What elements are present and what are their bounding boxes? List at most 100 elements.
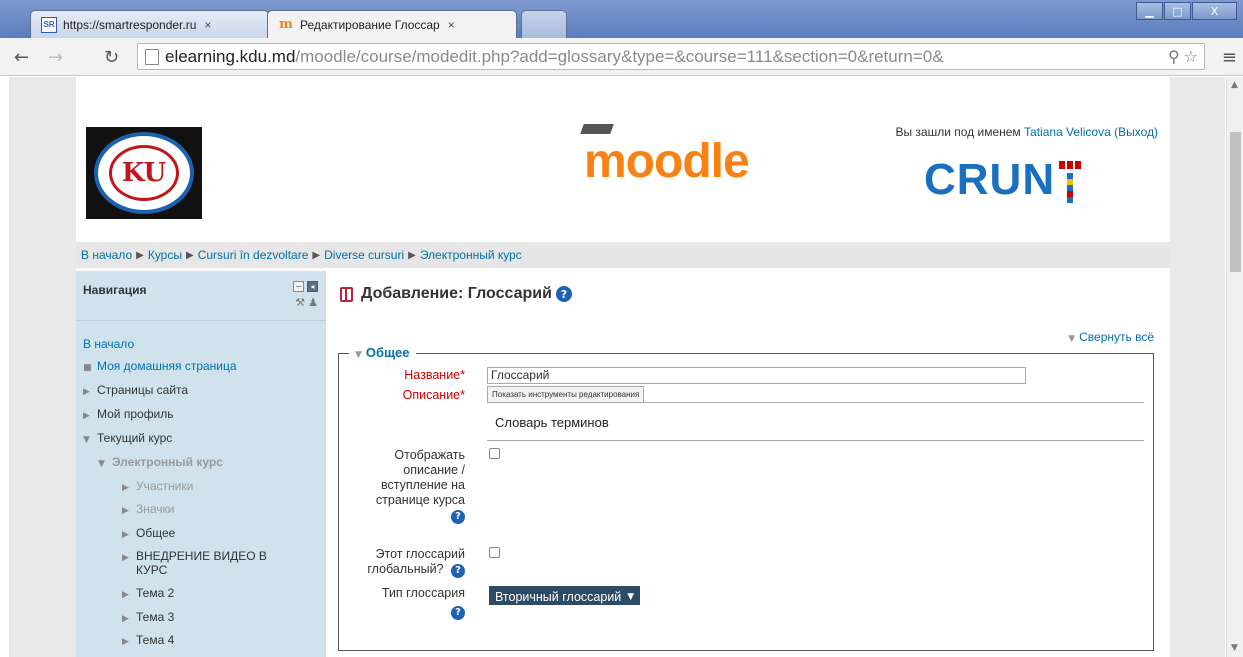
help-icon[interactable]: ? [451, 605, 465, 620]
editor-divider [487, 402, 1144, 403]
vertical-scrollbar[interactable]: ▲ ▼ [1226, 77, 1243, 657]
tab-close-icon[interactable]: × [204, 18, 211, 32]
global-glossary-label: Этот глоссарий глобальный? ? [367, 547, 465, 578]
nav-item-general[interactable]: ▶ Общее [122, 526, 175, 542]
square-bullet-icon: ■ [83, 363, 92, 373]
nav-item-topic-3[interactable]: ▶ Тема 3 [122, 610, 174, 626]
nav-item-badges[interactable]: ▶ Значки [122, 502, 175, 518]
expand-arrow-icon: ▶ [122, 483, 129, 493]
tab-smartresponder[interactable]: SR https://smartresponder.ru × [30, 10, 269, 38]
browser-toolbar: ← → ↻ elearning.kdu.md/moodle/course/mod… [0, 38, 1243, 76]
crunt-logo-text: CRUN [924, 155, 1056, 204]
browser-menu-icon[interactable]: ≡ [1222, 47, 1237, 68]
crunt-logo[interactable]: CRUN [924, 155, 1082, 205]
nav-item-participants[interactable]: ▶ Участники [122, 479, 193, 495]
general-section: ▼ Общее Название* Глоссарий Описание* Пок… [338, 345, 1154, 651]
back-arrow-icon[interactable]: ← [14, 47, 29, 68]
expand-arrow-icon: ▶ [83, 411, 90, 421]
moodle-logo-text: moodle [584, 135, 750, 188]
expand-arrow-icon: ▶ [83, 387, 90, 397]
moodle-page: KU moodle Вы зашли под именем Tatiana Ve… [76, 77, 1170, 657]
tab-title: Редактирование Глоссар [300, 17, 440, 32]
collapse-arrow-icon: ▼ [83, 435, 90, 445]
breadcrumb-separator: ▶ [312, 249, 321, 261]
logout-link[interactable]: (Выход) [1114, 125, 1158, 139]
forward-arrow-icon[interactable]: → [48, 47, 63, 68]
wrench-icon[interactable]: ⚒ [295, 296, 305, 309]
page-title-text: Добавление: Глоссарий [361, 285, 552, 302]
navigation-block-header: Навигация − ◂ ⚒ ♟ [76, 271, 326, 321]
crunt-flag-icon [1059, 161, 1089, 203]
main-content: Добавление: Глоссарий ? ▼ Свернуть всё ▼ О… [334, 271, 1170, 657]
nav-item-dashboard[interactable]: ■ Моя домашняя страница [83, 359, 237, 375]
glossary-type-select[interactable]: Вторичный глоссарий ▼ [489, 586, 641, 605]
description-editor[interactable]: Словарь терминов [495, 415, 609, 430]
nav-item-site-pages[interactable]: ▶ Страницы сайта [83, 383, 188, 399]
glossary-book-icon [340, 286, 353, 302]
show-description-label: Отображать описание / вступление на стра… [375, 448, 465, 524]
maximize-icon[interactable]: □ [1164, 2, 1191, 20]
breadcrumb-category[interactable]: Cursuri în dezvoltare [198, 248, 309, 262]
bookmark-star-icon[interactable]: ☆ [1184, 47, 1198, 66]
navigation-title: Навигация [83, 283, 147, 297]
breadcrumb: В начало ▶ Курсы ▶ Cursuri în dezvoltare… [76, 242, 1170, 268]
show-editor-tools-button[interactable]: Показать инструменты редактирования [487, 386, 645, 403]
graduation-cap-icon [580, 124, 614, 134]
collapse-all-link[interactable]: ▼ Свернуть всё [1068, 330, 1154, 344]
collapse-arrow-icon: ▼ [98, 459, 105, 469]
nav-item-course-name[interactable]: ▼ Электронный курс [98, 455, 223, 471]
close-window-icon[interactable]: X [1192, 2, 1237, 20]
page-viewport: KU moodle Вы зашли под именем Tatiana Ve… [0, 77, 1243, 657]
dropdown-arrow-icon: ▼ [627, 591, 635, 602]
scroll-down-icon[interactable]: ▼ [1231, 643, 1238, 653]
navigation-block: Навигация − ◂ ⚒ ♟ В начало ■ Моя домашняя… [76, 271, 326, 657]
expand-arrow-icon: ▶ [122, 614, 129, 624]
nav-item-current-course[interactable]: ▼ Текущий курс [83, 431, 172, 447]
moodle-logo[interactable]: moodle [580, 124, 750, 189]
kdu-logo[interactable]: KU [86, 127, 202, 219]
nav-item-home[interactable]: В начало [83, 337, 134, 351]
nav-item-profile[interactable]: ▶ Мой профиль [83, 407, 174, 423]
breadcrumb-courses[interactable]: Курсы [148, 248, 182, 262]
kdu-logo-mark: KU [109, 145, 179, 201]
url-domain: elearning.kdu.md [165, 46, 296, 66]
dock-block-icon[interactable]: ◂ [307, 281, 318, 292]
breadcrumb-separator: ▶ [408, 249, 416, 261]
address-bar[interactable]: elearning.kdu.md/moodle/course/modedit.p… [137, 43, 1205, 70]
general-section-toggle[interactable]: ▼ Общее [349, 345, 416, 360]
help-icon[interactable]: ? [451, 509, 465, 524]
tab-close-icon[interactable]: × [448, 18, 455, 32]
browser-titlebar: SR https://smartresponder.ru × m Редакти… [0, 0, 1243, 38]
nav-item-topic-4[interactable]: ▶ Тема 4 [122, 633, 174, 649]
window-controls: ▁ □ X [1135, 2, 1237, 20]
expand-arrow-icon: ▶ [122, 590, 129, 600]
breadcrumb-home[interactable]: В начало [81, 248, 132, 262]
collapse-block-icon[interactable]: − [293, 281, 304, 292]
breadcrumb-course[interactable]: Электронный курс [420, 248, 522, 262]
name-label: Название* [404, 368, 465, 382]
collapse-arrow-icon: ▼ [1068, 334, 1076, 344]
breadcrumb-subcategory[interactable]: Diverse cursuri [324, 248, 404, 262]
url-text[interactable]: elearning.kdu.md/moodle/course/modedit.p… [165, 47, 1168, 67]
show-description-checkbox[interactable] [489, 448, 500, 459]
user-profile-link[interactable]: Tatiana Velicova [1024, 125, 1111, 139]
minimize-icon[interactable]: ▁ [1136, 2, 1163, 20]
tab-moodle-edit[interactable]: m Редактирование Глоссар × [267, 10, 517, 38]
assign-roles-icon[interactable]: ♟ [308, 296, 318, 309]
login-info: Вы зашли под именем Tatiana Velicova (Вы… [895, 125, 1158, 139]
name-input[interactable]: Глоссарий [487, 367, 1026, 384]
search-icon[interactable]: ⚲ [1168, 47, 1180, 66]
nav-item-video-section-cont[interactable]: КУРС [136, 563, 167, 577]
help-icon[interactable]: ? [451, 563, 465, 578]
global-glossary-checkbox[interactable] [489, 547, 500, 558]
expand-arrow-icon: ▶ [122, 637, 129, 647]
tab-title: https://smartresponder.ru [63, 17, 197, 32]
scrollbar-thumb[interactable] [1230, 132, 1241, 272]
new-tab-button[interactable] [521, 10, 567, 38]
reload-icon[interactable]: ↻ [104, 47, 119, 68]
expand-arrow-icon: ▶ [122, 530, 129, 540]
smartresponder-favicon-icon: SR [41, 16, 57, 33]
help-icon[interactable]: ? [555, 286, 572, 302]
nav-item-topic-2[interactable]: ▶ Тема 2 [122, 586, 174, 602]
scroll-up-icon[interactable]: ▲ [1231, 80, 1238, 90]
